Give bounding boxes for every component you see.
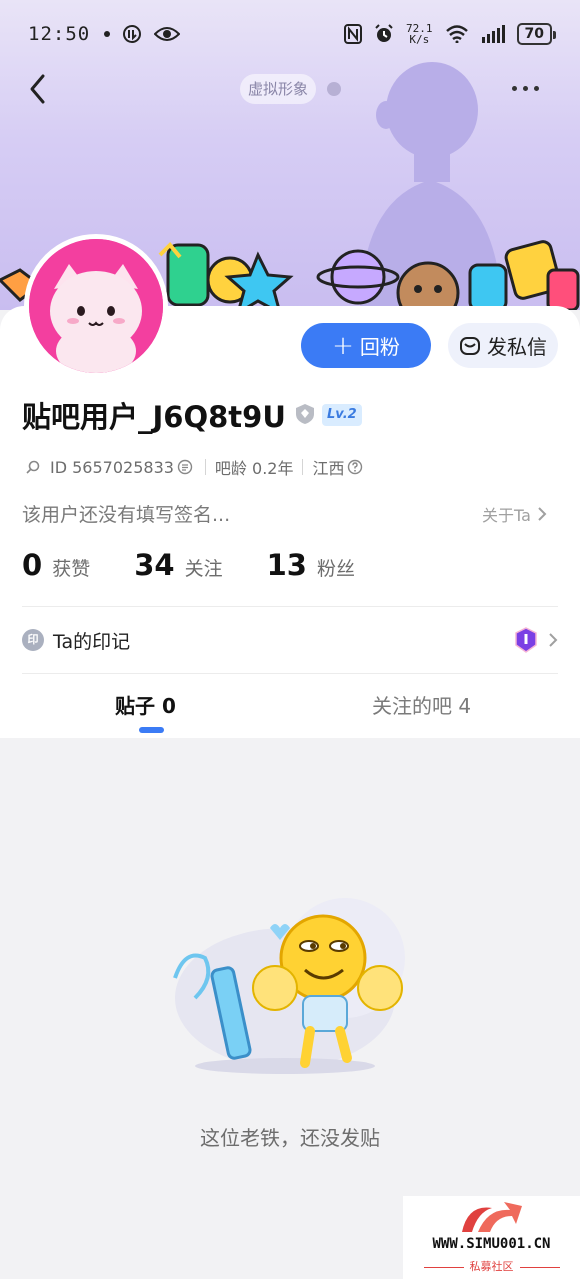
empty-state-text: 这位老铁，还没发贴 <box>200 1126 380 1150</box>
empty-state-illustration <box>173 898 405 1074</box>
chip-indicator-dot <box>327 82 341 96</box>
send-message-label: 发私信 <box>487 335 547 359</box>
level-badge[interactable]: Lv.2 <box>322 404 362 426</box>
tab-followed-bars[interactable]: 关注的吧 4 <box>372 690 471 719</box>
watermark: WWW.SIMU001.CN 私募社区 <box>403 1196 580 1279</box>
tab-posts[interactable]: 贴子 0 <box>115 690 176 719</box>
shield-badge-icon[interactable] <box>294 403 316 425</box>
likes-stat[interactable]: 0 获赞 <box>22 548 90 582</box>
avatar[interactable] <box>24 234 168 378</box>
imprint-row[interactable]: 印 Ta的印记 <box>22 620 558 660</box>
divider <box>22 606 558 607</box>
imprint-icon: 印 <box>22 629 44 651</box>
status-time: 12:50 <box>28 23 91 45</box>
followers-label: 粉丝 <box>316 558 355 580</box>
network-speed: 72.1 K/s <box>406 22 433 46</box>
notification-dot-icon <box>104 31 111 37</box>
followers-count: 13 <box>266 548 307 582</box>
app-notification-icon <box>123 25 142 43</box>
eye-icon <box>154 27 181 41</box>
username: 贴吧用户_J6Q8t9U <box>22 400 286 434</box>
battery-indicator: 70 <box>516 23 557 45</box>
more-dot <box>534 85 539 91</box>
imprint-right <box>514 627 558 653</box>
meta-separator <box>302 459 304 475</box>
stats-row: 0 获赞 34 关注 13 粉丝 <box>22 548 399 582</box>
help-icon[interactable] <box>347 459 363 475</box>
likes-count: 0 <box>22 548 43 582</box>
avatar-image <box>29 239 163 373</box>
nfc-icon <box>344 24 363 44</box>
signature-text: 该用户还没有填写签名... <box>22 504 231 526</box>
watermark-logo <box>462 1202 522 1232</box>
account-age: 吧龄 0.2年 <box>214 459 294 478</box>
virtual-avatar-chip[interactable]: 虚拟形象 <box>240 74 317 104</box>
following-label: 关注 <box>184 558 223 580</box>
more-options-button[interactable] <box>512 78 552 98</box>
following-count: 34 <box>134 548 175 582</box>
signal-icon <box>481 25 505 43</box>
message-icon <box>460 336 480 355</box>
back-button[interactable] <box>22 70 62 110</box>
chevron-right-icon <box>549 633 558 647</box>
alarm-icon <box>375 24 393 42</box>
more-dot <box>512 85 517 91</box>
more-dot <box>523 85 528 91</box>
user-id[interactable]: ID 5657025833 <box>50 458 174 477</box>
imprint-label: Ta的印记 <box>53 630 131 653</box>
status-bar: 12:50 72.1 K/s 70 <box>0 0 580 68</box>
location: 江西 <box>312 459 345 478</box>
chevron-left-icon <box>30 74 45 104</box>
divider <box>22 673 558 674</box>
follow-back-label: 回粉 <box>359 335 400 359</box>
about-label: 关于Ta <box>482 506 531 525</box>
watermark-url: WWW.SIMU001.CN <box>432 1236 551 1252</box>
copy-icon[interactable] <box>177 459 193 475</box>
active-tab-indicator <box>139 727 164 733</box>
chevron-right-icon <box>538 507 547 521</box>
meta-separator <box>204 459 206 475</box>
follow-back-button[interactable]: + 回粉 <box>301 323 431 368</box>
following-stat[interactable]: 34 关注 <box>134 548 222 582</box>
plus-icon: + <box>332 330 354 361</box>
likes-label: 获赞 <box>52 558 91 580</box>
profile-meta: ID 5657025833 吧龄 0.2年 江西 <box>22 455 366 479</box>
followers-stat[interactable]: 13 粉丝 <box>267 548 355 582</box>
wifi-icon <box>445 25 468 43</box>
send-message-button[interactable]: 发私信 <box>448 323 558 368</box>
search-icon <box>26 460 40 474</box>
medal-badge-icon <box>515 627 537 653</box>
about-link[interactable]: 关于Ta <box>482 502 547 526</box>
watermark-subtitle: 私募社区 <box>403 1258 580 1274</box>
